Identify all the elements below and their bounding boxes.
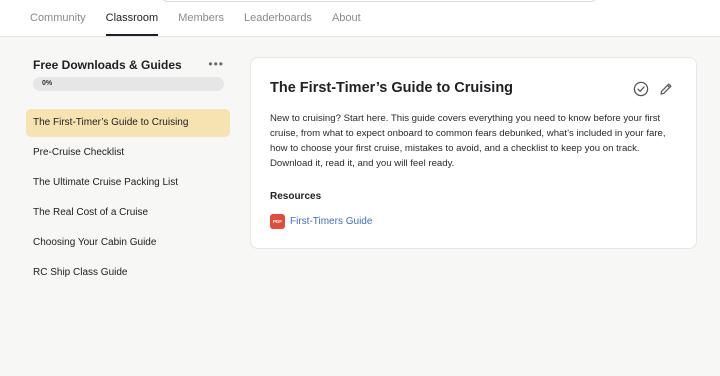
resource-link[interactable]: First-Timers Guide [290, 216, 372, 227]
top-nav: Community Classroom Members Leaderboards… [0, 0, 720, 37]
progress-label: 0% [42, 80, 53, 87]
more-horizontal-icon[interactable]: ••• [208, 58, 224, 70]
tab-members[interactable]: Members [178, 0, 224, 37]
course-title: Free Downloads & Guides [33, 58, 182, 72]
lesson-list: The First-Timer’s Guide to Cruising Pre-… [26, 109, 230, 287]
lesson-card: The First-Timer’s Guide to Cruising New … [250, 57, 697, 249]
tab-about[interactable]: About [332, 0, 361, 37]
lesson-title: The First-Timer’s Guide to Cruising [270, 80, 514, 96]
lesson-item-ship-class-guide[interactable]: RC Ship Class Guide [26, 259, 230, 287]
tab-classroom[interactable]: Classroom [105, 0, 158, 37]
lesson-description: New to cruising? Start here. This guide … [270, 113, 666, 169]
tab-leaderboards[interactable]: Leaderboards [244, 0, 312, 37]
pencil-icon[interactable] [658, 81, 674, 97]
lesson-item-pre-cruise-checklist[interactable]: Pre-Cruise Checklist [26, 139, 230, 167]
course-progress-bar: 0% [33, 77, 224, 91]
course-sidebar: Free Downloads & Guides ••• 0% The First… [26, 56, 230, 289]
lesson-item-cabin-guide[interactable]: Choosing Your Cabin Guide [26, 229, 230, 257]
pdf-icon: PDF [270, 214, 285, 229]
resource-item[interactable]: PDF First-Timers Guide [270, 214, 372, 229]
course-header: Free Downloads & Guides ••• [26, 56, 230, 74]
resources-heading: Resources [270, 191, 322, 202]
tab-community[interactable]: Community [30, 0, 86, 37]
nav-tabs: Community Classroom Members Leaderboards… [30, 0, 381, 37]
lesson-item-real-cost[interactable]: The Real Cost of a Cruise [26, 199, 230, 227]
check-circle-icon[interactable] [633, 81, 649, 97]
lesson-item-packing-list[interactable]: The Ultimate Cruise Packing List [26, 169, 230, 197]
lesson-item-first-timers-guide[interactable]: The First-Timer’s Guide to Cruising [26, 109, 230, 137]
